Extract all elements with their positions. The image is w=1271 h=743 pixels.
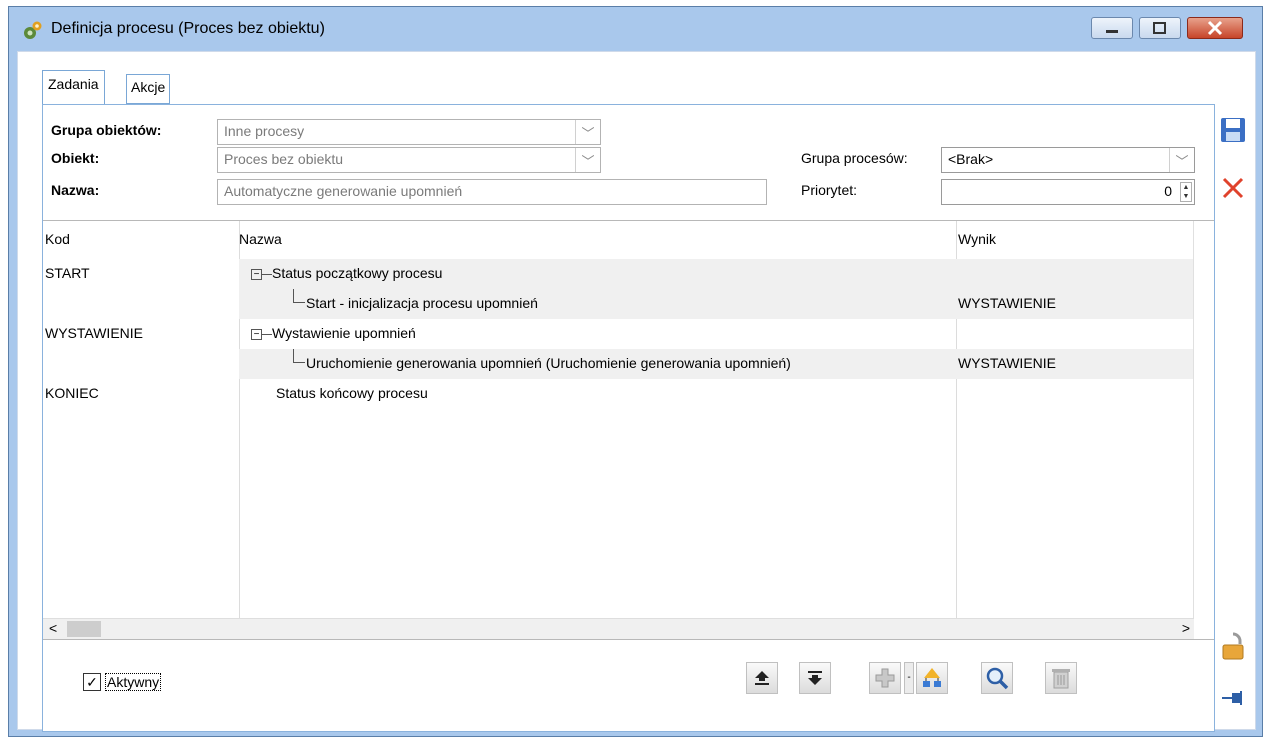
tab-zadania[interactable]: Zadania [42, 70, 105, 104]
tree-connector [262, 273, 272, 275]
cell-kod: WYSTAWIENIE [45, 325, 143, 341]
minimize-button[interactable] [1091, 17, 1133, 39]
column-header-nazwa[interactable]: Nazwa [239, 231, 282, 247]
chevron-down-icon[interactable]: ﹀ [575, 120, 600, 144]
collapse-icon[interactable]: − [251, 268, 262, 280]
grupa-procesow-label: Grupa procesów: [801, 150, 908, 166]
add-icon [875, 668, 895, 688]
grupa-obiektow-value: Inne procesy [224, 123, 305, 139]
tree-elbow [293, 289, 305, 303]
cell-kod: START [45, 265, 90, 281]
table-row[interactable]: Start - inicjalizacja procesu upomnień W… [43, 289, 1193, 319]
process-definition-window: Definicja procesu (Proces bez obiektu) Z… [8, 6, 1263, 737]
grupa-procesow-value: <Brak> [948, 151, 994, 167]
cell-wynik: WYSTAWIENIE [958, 355, 1056, 371]
aktywny-checkbox[interactable]: ✓ [83, 673, 101, 691]
maximize-button[interactable] [1139, 17, 1181, 39]
cell-kod: KONIEC [45, 385, 99, 401]
grupa-obiektow-label: Grupa obiektów: [51, 122, 162, 138]
pin-icon [1222, 691, 1242, 705]
obiekt-label: Obiekt: [51, 150, 100, 166]
title-bar[interactable]: Definicja procesu (Proces bez obiektu) [9, 7, 1262, 51]
close-x-icon [1207, 20, 1223, 36]
nazwa-label-text: Nazwa: [51, 182, 100, 198]
horizontal-scrollbar[interactable]: < > [43, 618, 1194, 639]
scroll-left-arrow[interactable]: < [49, 620, 57, 636]
tree-icon [923, 668, 941, 687]
chevron-down-icon[interactable]: ﹀ [575, 148, 600, 172]
obiekt-value: Proces bez obiektu [224, 151, 344, 167]
chevron-down-icon[interactable]: ﹀ [1169, 148, 1194, 172]
minimize-icon [1106, 30, 1118, 33]
priorytet-spinner[interactable]: 0 ▲ ▼ [941, 179, 1195, 205]
cell-nazwa: Uruchomienie generowania upomnień (Uruch… [306, 355, 791, 371]
move-up-button[interactable] [746, 662, 778, 694]
grupa-procesow-select[interactable]: <Brak> ﹀ [941, 147, 1195, 173]
tree-view-button[interactable] [916, 662, 948, 694]
close-window-button[interactable] [1187, 17, 1243, 39]
save-icon [1221, 118, 1245, 142]
lock-button[interactable] [1217, 630, 1249, 662]
cell-wynik: WYSTAWIENIE [958, 295, 1056, 311]
zadania-panel: Grupa obiektów: Inne procesy ﹀ Obiekt: P… [42, 104, 1215, 732]
column-header-kod[interactable]: Kod [45, 231, 70, 247]
cancel-button[interactable] [1217, 172, 1249, 204]
obiekt-select[interactable]: Proces bez obiektu ﹀ [217, 147, 601, 173]
table-row[interactable]: KONIEC Status końcowy procesu [43, 379, 1193, 409]
cell-nazwa: − Status początkowy procesu [251, 265, 442, 281]
delete-button[interactable] [1045, 662, 1077, 694]
cell-nazwa: Status końcowy procesu [276, 385, 428, 401]
trash-icon [1052, 669, 1070, 689]
window-title: Definicja procesu (Proces bez obiektu) [51, 20, 325, 37]
search-icon [986, 667, 1009, 690]
cell-nazwa-text: Wystawienie upomnień [272, 325, 416, 341]
priorytet-value: 0 [1164, 183, 1172, 199]
cell-nazwa-text: Status początkowy procesu [272, 265, 443, 281]
add-dropdown-button[interactable]: - [904, 662, 914, 694]
maximize-icon [1153, 22, 1166, 34]
collapse-icon[interactable]: − [251, 328, 262, 340]
tree-connector [262, 333, 272, 335]
move-down-icon [808, 671, 822, 685]
pin-button[interactable] [1217, 682, 1249, 714]
nazwa-value: Automatyczne generowanie upomnień [224, 183, 463, 199]
close-icon [1222, 177, 1244, 199]
aktywny-label[interactable]: Aktywny [105, 673, 162, 691]
move-down-button[interactable] [799, 662, 831, 694]
nazwa-label: Nazwa: [51, 182, 99, 198]
vertical-scrollbar[interactable] [1193, 221, 1214, 619]
table-row[interactable]: Uruchomienie generowania upomnień (Uruch… [43, 349, 1193, 379]
nazwa-input[interactable]: Automatyczne generowanie upomnień [217, 179, 767, 205]
table-row[interactable]: WYSTAWIENIE − Wystawienie upomnień [43, 319, 1193, 349]
table-row[interactable]: START − Status początkowy procesu [43, 259, 1193, 289]
column-header-wynik[interactable]: Wynik [958, 231, 996, 247]
window-client-area: Zadania Akcje Grupa obiektów: Inne proce… [17, 51, 1256, 732]
gears-icon [24, 21, 42, 39]
spinner-arrows-icon[interactable]: ▲ ▼ [1180, 182, 1192, 202]
scrollbar-thumb[interactable] [67, 621, 101, 637]
grupa-obiektow-select[interactable]: Inne procesy ﹀ [217, 119, 601, 145]
priorytet-label: Priorytet: [801, 182, 858, 198]
search-button[interactable] [981, 662, 1013, 694]
move-up-icon [755, 671, 769, 685]
tab-akcje[interactable]: Akcje [126, 74, 171, 104]
cell-nazwa: Start - inicjalizacja procesu upomnień [306, 295, 538, 311]
cell-nazwa: − Wystawienie upomnień [251, 325, 416, 341]
scroll-right-arrow[interactable]: > [1182, 620, 1190, 636]
lock-icon [1222, 632, 1244, 660]
tree-elbow [293, 349, 305, 363]
add-button[interactable] [869, 662, 901, 694]
save-button[interactable] [1217, 114, 1249, 146]
tasks-grid: Kod Nazwa Wynik START − Status początkowy… [43, 220, 1214, 640]
